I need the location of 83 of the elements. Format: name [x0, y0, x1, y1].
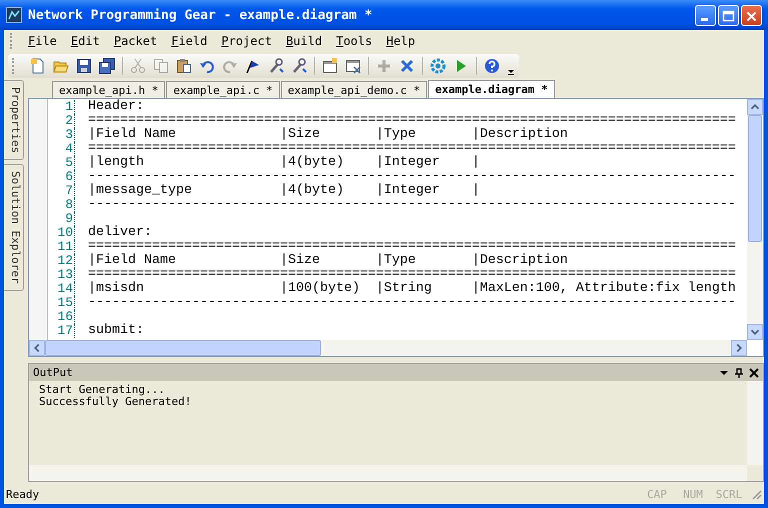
undo-icon[interactable] [199, 58, 215, 74]
code-line: |Field Name |Size |Type |Description [88, 128, 568, 142]
close-icon[interactable] [749, 368, 759, 378]
floppies-icon[interactable] [99, 58, 115, 74]
menu-item[interactable]: Field [164, 34, 214, 48]
line-number: 5 [48, 156, 75, 170]
output-line: Successfully Generated! [39, 396, 192, 408]
code-line: |length |4(byte) |Integer | [88, 156, 480, 170]
menu-item[interactable]: Tools [329, 34, 380, 48]
clipboard-icon[interactable] [176, 58, 192, 74]
menu-item[interactable]: Build [278, 34, 330, 48]
code-line: deliver: [88, 226, 152, 240]
pin-icon[interactable] [734, 368, 744, 378]
document-tab[interactable]: example_api_demo.c * [280, 81, 428, 98]
side-tab[interactable]: Properties [4, 80, 24, 160]
minimize-button[interactable] [695, 4, 716, 26]
code-line: |Field Name |Size |Type |Description [88, 254, 568, 268]
menu-item[interactable]: Help [379, 34, 422, 48]
vertical-scrollbar[interactable] [747, 99, 763, 340]
line-number: 13 [48, 268, 75, 282]
output-line: Start Generating... [39, 384, 166, 396]
wrench-icon[interactable] [268, 58, 284, 74]
line-number: 1 [48, 100, 75, 114]
document-tab[interactable]: example.diagram * [428, 80, 555, 98]
line-number: 15 [48, 296, 75, 310]
scroll-right-icon[interactable] [731, 340, 747, 356]
resize-grip-icon[interactable] [750, 488, 762, 500]
code-line: --------------------------------------------------------------------------------- [88, 296, 736, 310]
line-number: 9 [48, 212, 75, 226]
code-line: --------------------------------------------------------------------------------- [88, 170, 736, 184]
menu-item[interactable]: Packet [106, 34, 164, 48]
gear-icon[interactable] [430, 58, 446, 74]
line-number: 3 [48, 128, 75, 142]
code-line: ================================================================================= [88, 268, 736, 282]
status-text: Ready [6, 488, 40, 500]
code-line: ================================================================================= [88, 240, 736, 254]
line-number: 11 [48, 240, 75, 254]
code-line: submit: [88, 324, 144, 338]
line-number: 4 [48, 142, 75, 156]
window-icon[interactable] [322, 58, 338, 74]
line-number: 16 [48, 310, 75, 324]
line-number: 14 [48, 282, 75, 296]
status-indicator: NUM [682, 488, 704, 500]
scroll-down-icon[interactable] [747, 324, 763, 340]
flag-icon[interactable] [245, 58, 261, 74]
maximize-button[interactable] [718, 4, 739, 26]
side-tab[interactable]: Solution Explorer [4, 164, 24, 291]
scroll-left-icon[interactable] [29, 340, 45, 356]
help-icon[interactable] [484, 58, 500, 74]
status-indicator: SCRL [714, 488, 744, 500]
status-indicator: CAP [646, 488, 668, 500]
line-number: 10 [48, 226, 75, 240]
code-line: |msisdn |100(byte) |String |MaxLen:100, Attribute:fix length [88, 282, 736, 296]
new-file-icon[interactable] [30, 58, 46, 74]
code-line: ================================================================================= [88, 142, 736, 156]
line-number: 17 [48, 324, 75, 338]
panel-title: OutPut [33, 366, 74, 379]
menu-item[interactable]: File [21, 34, 64, 48]
window-icon[interactable] [345, 58, 361, 74]
line-number: 7 [48, 184, 75, 198]
cross-icon[interactable] [399, 58, 415, 74]
menu-item[interactable]: Edit [64, 34, 107, 48]
close-button[interactable] [741, 4, 762, 26]
line-number: 8 [48, 198, 75, 212]
menu-item[interactable]: Project [214, 34, 279, 48]
document-tab[interactable]: example_api.h * [52, 81, 166, 98]
code-line: --------------------------------------------------------------------------------- [88, 198, 736, 212]
window-title: Network Programming Gear - example.diagram * [28, 8, 374, 22]
line-number: 2 [48, 114, 75, 128]
overflow-chevron-icon[interactable] [507, 68, 515, 76]
code-line: Header: [88, 100, 144, 114]
wrench-icon[interactable] [291, 58, 307, 74]
code-line: |message_type |4(byte) |Integer | [88, 184, 480, 198]
code-line: ================================================================================= [88, 114, 736, 128]
document-tab[interactable]: example_api.c * [166, 81, 280, 98]
save-icon[interactable] [76, 58, 92, 74]
app-icon [6, 7, 22, 23]
minimize-icon [701, 18, 708, 20]
scroll-up-icon[interactable] [747, 99, 763, 115]
code-editor[interactable] [28, 99, 764, 357]
line-number: 6 [48, 170, 75, 184]
horizontal-scrollbar[interactable] [29, 340, 747, 356]
line-number: 12 [48, 254, 75, 268]
